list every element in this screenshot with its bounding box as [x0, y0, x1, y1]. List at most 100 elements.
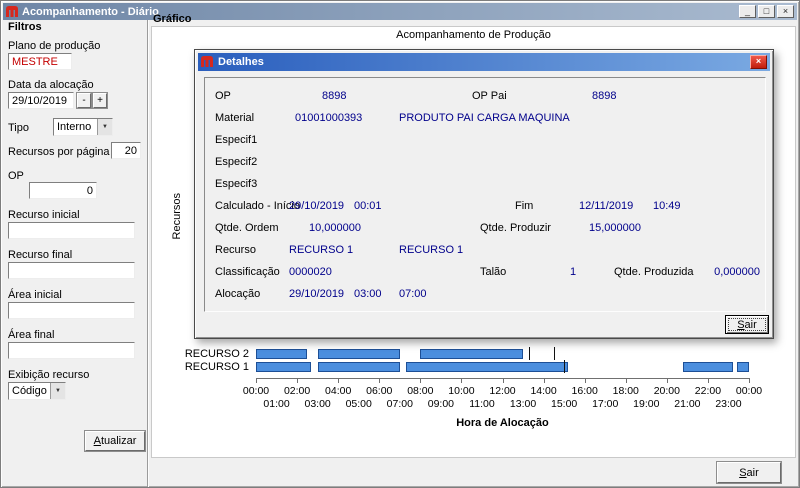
- dlg-qtde-produzida-label: Qtde. Produzida: [614, 266, 694, 278]
- dlg-fim-date: 12/11/2019: [579, 200, 634, 212]
- tick-label: 13:00: [509, 398, 537, 410]
- tipo-select[interactable]: Interno ▼: [53, 118, 113, 136]
- minimize-icon: _: [744, 6, 750, 16]
- gantt-chart[interactable]: [256, 347, 749, 375]
- dlg-talao-label: Talão: [480, 266, 507, 278]
- data-alocacao-input[interactable]: [8, 92, 74, 109]
- tick-label: 16:00: [571, 385, 598, 397]
- exibicao-recurso-select[interactable]: Código ▼: [8, 382, 66, 400]
- sair-button-main[interactable]: Sair: [716, 461, 782, 484]
- tick-label: 05:00: [345, 398, 372, 410]
- tick-label: 19:00: [633, 398, 660, 410]
- recursos-por-pagina-input[interactable]: [111, 142, 141, 159]
- recurso-inicial-input[interactable]: [8, 222, 135, 239]
- axis-tick: [420, 379, 422, 383]
- dlg-qtde-produzida-value: 0,000000: [714, 266, 760, 278]
- dlg-recurso-desc: RECURSO 1: [399, 244, 464, 256]
- maximize-button[interactable]: □: [758, 5, 775, 18]
- axis-tick: [666, 379, 668, 383]
- tick-label: 02:00: [283, 385, 311, 397]
- minimize-button[interactable]: _: [739, 5, 756, 18]
- dlg-material-desc: PRODUTO PAI CARGA MAQUINA: [399, 112, 570, 124]
- window-title: Acompanhamento - Diário: [22, 5, 159, 18]
- tick-label: 10:00: [448, 385, 475, 397]
- dlg-op-value: 8898: [322, 90, 347, 102]
- dlg-talao-value: 1: [570, 266, 577, 278]
- date-decrement-button[interactable]: -: [76, 92, 92, 109]
- dlg-calculado-time: 00:01: [354, 200, 382, 212]
- recursos-por-pagina-label: Recursos por página: [8, 146, 110, 158]
- area-inicial-label: Área inicial: [8, 289, 62, 301]
- dlg-qtde-produzir-value: 15,000000: [589, 222, 641, 234]
- window-titlebar[interactable]: Acompanhamento - Diário _ □ ×: [3, 3, 797, 20]
- gantt-bar[interactable]: [256, 362, 312, 372]
- tick-label: 20:00: [653, 385, 680, 397]
- tick-label: 08:00: [407, 385, 434, 397]
- area-final-label: Área final: [8, 329, 55, 341]
- gantt-bar[interactable]: [420, 349, 524, 359]
- dialog-titlebar[interactable]: Detalhes ×: [198, 53, 770, 71]
- axis-tick: [543, 379, 545, 383]
- recurso-final-label: Recurso final: [8, 249, 73, 261]
- tick-label: 00:00: [242, 385, 270, 397]
- tick-label: 09:00: [427, 398, 455, 410]
- dlg-op-pai-value: 8898: [592, 90, 617, 102]
- dlg-especif3-label: Especif3: [215, 178, 258, 190]
- axis-tick: [256, 379, 257, 383]
- tick-label: 00:00: [735, 385, 763, 397]
- plano-producao-input[interactable]: [8, 53, 72, 70]
- tick-label: 17:00: [592, 398, 619, 410]
- app-logo-icon: [6, 5, 18, 17]
- filters-heading: Filtros: [8, 21, 42, 33]
- grafico-group-label: Gráfico: [153, 13, 192, 25]
- dlg-alocacao-label: Alocação: [215, 288, 261, 300]
- recurso-inicial-label: Recurso inicial: [8, 209, 80, 221]
- time-marker: [529, 347, 531, 360]
- axis-tick: [749, 379, 750, 383]
- op-input[interactable]: [29, 182, 97, 199]
- dlg-qtde-ordem-value: 10,000000: [309, 222, 361, 234]
- tipo-selected-value: Interno: [57, 121, 92, 133]
- dlg-especif2-label: Especif2: [215, 156, 258, 168]
- dlg-calculado-date: 29/10/2019: [289, 200, 345, 212]
- tick-label: 18:00: [612, 385, 639, 397]
- sair-button-dialog[interactable]: Sair: [725, 315, 769, 334]
- recurso-final-input[interactable]: [8, 262, 135, 279]
- dlg-material-code: 01001000393: [295, 112, 363, 124]
- chart-tick-labels-odd: 01:00 03:00 05:00 07:00 09:00 11:00 13:00 15:00…: [256, 398, 749, 410]
- chevron-down-icon[interactable]: ▼: [50, 383, 65, 399]
- app-logo-icon: [201, 56, 213, 67]
- close-button[interactable]: ×: [777, 5, 794, 18]
- chart-tick-labels-even: 00:00 02:00 04:00 06:00 08:00 10:00 12:00 14:00…: [243, 385, 762, 397]
- plano-producao-label: Plano de produção: [8, 40, 101, 52]
- chart-x-axis-label: Hora de Alocação: [456, 417, 549, 429]
- dlg-classificacao-value: 0000020: [289, 266, 332, 278]
- gantt-bar[interactable]: [256, 349, 308, 359]
- date-increment-button[interactable]: +: [92, 92, 108, 109]
- gantt-bar[interactable]: [736, 362, 749, 372]
- gantt-bar[interactable]: [317, 362, 400, 372]
- axis-tick: [297, 379, 299, 383]
- gantt-bar[interactable]: [683, 362, 733, 372]
- tick-label: 04:00: [325, 385, 352, 397]
- chevron-down-icon[interactable]: ▼: [97, 119, 112, 135]
- close-icon: ×: [755, 56, 762, 66]
- dlg-alocacao-time-end: 07:00: [399, 288, 427, 300]
- dialog-close-button[interactable]: ×: [750, 55, 767, 69]
- dlg-qtde-produzir-label: Qtde. Produzir: [480, 222, 551, 234]
- tick-label: 11:00: [469, 398, 495, 410]
- tick-label: 01:00: [263, 398, 290, 410]
- gantt-bar[interactable]: [405, 362, 569, 372]
- tick-label: 22:00: [694, 385, 722, 397]
- gantt-bar[interactable]: [317, 349, 400, 359]
- panel-divider: [147, 20, 149, 487]
- app-window: Acompanhamento - Diário _ □ × Filtros Pl…: [0, 0, 800, 488]
- dlg-recurso-code: RECURSO 1: [289, 244, 354, 256]
- atualizar-button[interactable]: Atualizar: [84, 430, 146, 452]
- dlg-fim-time: 10:49: [653, 200, 681, 212]
- gantt-row-label: RECURSO 2: [184, 348, 249, 360]
- tick-label: 12:00: [489, 385, 516, 397]
- area-inicial-input[interactable]: [8, 302, 135, 319]
- tick-label: 07:00: [386, 398, 413, 410]
- area-final-input[interactable]: [8, 342, 135, 359]
